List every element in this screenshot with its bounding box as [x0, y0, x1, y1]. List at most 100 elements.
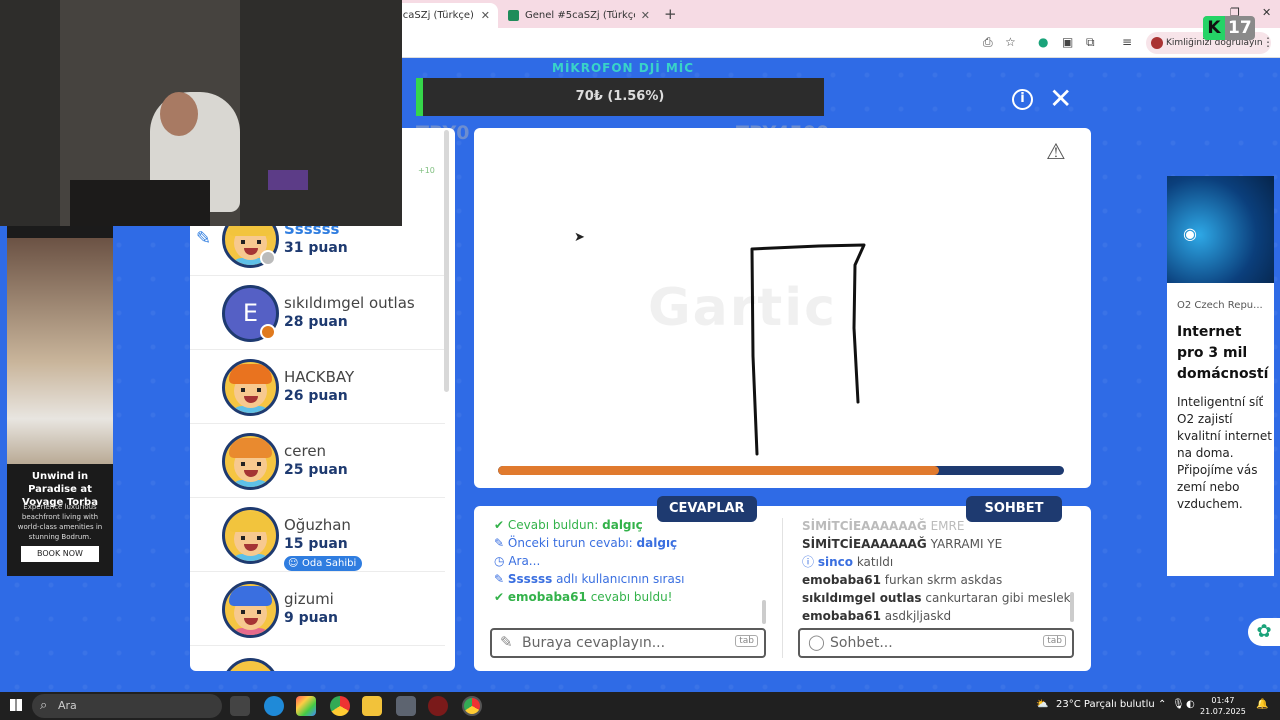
log-icon: ✔ [494, 590, 505, 604]
notifications-icon[interactable]: 🔔 [1256, 699, 1268, 710]
score-delta: +10 [418, 166, 435, 175]
install-app-icon[interactable]: ⎙ [983, 35, 993, 50]
chat-user: emobaba61 [802, 609, 881, 623]
extension-icon[interactable]: ● [1038, 35, 1048, 49]
ad-right[interactable]: ◉ O2 Czech Repu... Internet pro 3 mil do… [1167, 176, 1274, 576]
avatar-eyes [241, 610, 261, 614]
mic-label: MİKROFON DJİ MİC [552, 61, 695, 75]
webcam-light [268, 170, 308, 190]
chat-user: sinco [817, 555, 853, 569]
taskbar-clock[interactable]: 01:47 21.07.2025 [1200, 695, 1246, 717]
menu-kebab-icon[interactable]: ⋮ [1262, 35, 1274, 49]
overlay-k-icon: K [1203, 16, 1225, 40]
player-row[interactable]: ✎Ssssss31 puan+11 [190, 226, 445, 276]
player-row[interactable]: Esıkıldımgel outlas 28 puan [190, 276, 445, 350]
log-text: cevabı buldu! [590, 590, 673, 604]
log-text: Önceki turun cevabı: [507, 536, 637, 550]
chat-text: katıldı [856, 555, 894, 569]
drawing-strokes [750, 243, 866, 456]
player-list-scrollbar[interactable] [444, 130, 449, 392]
book-now-button[interactable]: BOOK NOW [21, 546, 99, 562]
bookmark-star-icon[interactable]: ☆ [1005, 35, 1016, 49]
volume-icon[interactable]: ◐ [1186, 699, 1195, 710]
player-avatar [222, 359, 279, 416]
chrome-icon[interactable] [330, 696, 350, 716]
player-score: 31 puan [284, 240, 348, 256]
player-name: ceren [284, 442, 327, 460]
tray-chevron-icon[interactable]: ⌃ [1158, 699, 1166, 710]
round-timer-fill [498, 466, 940, 475]
chatgpt-sidebar-icon[interactable]: ✿ [1248, 618, 1280, 646]
player-name: Oğuzhan [284, 516, 351, 534]
chat-user: SİMİTCİEAAAAAAĞ [802, 519, 927, 533]
ad-left[interactable]: Unwind in Paradise at Voyage Torba Exper… [7, 226, 113, 576]
chat-message: emobaba61 furkan skrm askdas [802, 571, 1072, 589]
ad-body: Experience luxurious beachfront living w… [17, 503, 103, 541]
file-explorer-icon[interactable] [362, 696, 382, 716]
windows-start-icon[interactable] [10, 699, 22, 711]
avatar-eyes [241, 536, 261, 540]
ad-description: Inteligentní síť O2 zajistí kvalitní int… [1177, 395, 1272, 511]
taskbar-search[interactable]: Ara [32, 694, 222, 718]
log-text: adlı kullanıcının sırası [556, 572, 685, 586]
app-icon[interactable] [396, 696, 416, 716]
obs-icon[interactable] [428, 696, 448, 716]
chat-text: YARRAMI YE [930, 537, 1003, 551]
chrome-profile-icon[interactable] [462, 696, 482, 716]
close-window-icon[interactable]: ✕ [1262, 6, 1271, 19]
microphone-icon[interactable]: 🎙 [1172, 699, 1185, 710]
answer-input[interactable] [522, 634, 732, 652]
player-avatar [222, 581, 279, 638]
tab-title: Genel #5caSZj (Türkçe) - Gartic [525, 10, 635, 21]
weather-icon[interactable]: ⛅ [1036, 699, 1048, 710]
player-row[interactable]: HACKBAY 26 puan [190, 350, 445, 424]
player-avatar [222, 658, 279, 671]
extensions-puzzle-icon[interactable]: ⧉ [1086, 35, 1095, 50]
new-tab-icon[interactable]: + [664, 5, 677, 23]
copilot-icon[interactable] [296, 696, 316, 716]
round-timer-bar [498, 466, 1064, 475]
answer-log-line: ◷ Ara... [494, 552, 764, 570]
chat-user: SİMİTCİEAAAAAAĞ [802, 537, 927, 551]
weather-text[interactable]: 23°C Parçalı bulutlu [1056, 699, 1155, 710]
ad-hotel-image [7, 238, 113, 464]
answers-scrollbar[interactable] [762, 600, 766, 624]
chat-text: cankurtaran gibi meslek [925, 591, 1071, 605]
close-tab-icon[interactable]: ✕ [481, 9, 490, 22]
edge-icon[interactable] [264, 696, 284, 716]
player-name: gizumi [284, 590, 334, 608]
close-tab-icon[interactable]: ✕ [641, 9, 650, 22]
log-answer: dalgıç [636, 536, 678, 550]
taskbar-search-label: Ara [58, 699, 77, 712]
extension-icon[interactable]: ▣ [1062, 35, 1073, 49]
tab-gartic-general[interactable]: Genel #5caSZj (Türkçe) - Gartic ✕ [500, 3, 658, 28]
reading-list-icon[interactable]: ≡ [1122, 35, 1132, 49]
avatar-hair [229, 226, 272, 236]
chat-user: sıkıldımgel outlas [802, 591, 922, 605]
player-row[interactable]: Oğuzhan 15 puan Oda Sahibi [190, 498, 445, 572]
player-row[interactable]: gizumi 9 puan [190, 572, 445, 646]
webcam-desk [70, 180, 210, 226]
player-avatar [222, 433, 279, 490]
chat-input-box[interactable]: ◯ tab [798, 628, 1074, 658]
close-icon[interactable]: ✕ [1049, 84, 1072, 114]
drawing-board[interactable]: Gartic ⚠ ➤ [474, 128, 1091, 488]
info-icon[interactable]: i [1012, 89, 1033, 110]
avatar-eyes [241, 240, 261, 244]
donation-text: 70₺ (1.56%) [575, 89, 665, 104]
chat-message: sıkıldımgel outlas cankurtaran gibi mesl… [802, 589, 1072, 607]
player-score: 25 puan [284, 462, 348, 478]
windows-taskbar: Ara ⛅ 23°C Parçalı bulutlu ⌃ 🎙 ◐ 01:47 2… [0, 692, 1280, 720]
task-view-icon[interactable] [230, 696, 250, 716]
answer-input-box[interactable]: ✎ tab [490, 628, 766, 658]
tab-key-hint: tab [1043, 635, 1066, 647]
room-owner-badge: Oda Sahibi [284, 556, 363, 571]
wifi-icon: ◉ [1183, 224, 1197, 243]
player-list: ✎Ssssss31 puan+11Esıkıldımgel outlas28 p… [190, 226, 455, 671]
chat-scrollbar[interactable] [1070, 592, 1074, 622]
chat-input[interactable] [830, 634, 1040, 652]
avatar-hair [229, 586, 272, 606]
player-row[interactable]: ceren 25 puan [190, 424, 445, 498]
log-text: Cevabı buldun: [507, 518, 603, 532]
answers-log: ✔ Cevabı buldun: dalgıç ✎ Önceki turun c… [494, 508, 764, 606]
